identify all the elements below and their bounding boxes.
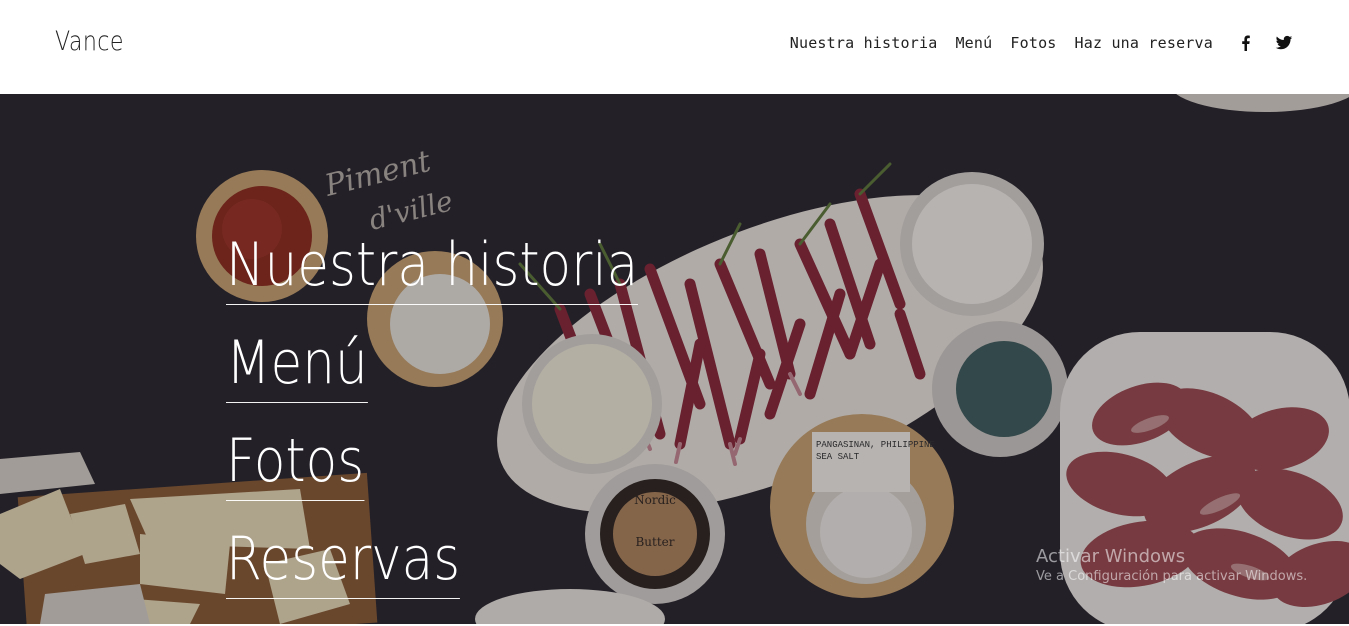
windows-activation-watermark: Activar Windows Ve a Configuración para …: [1036, 546, 1307, 586]
nav-link-fotos[interactable]: Fotos: [1010, 34, 1056, 52]
top-navbar: Vance Nuestra historia Menú Fotos Haz un…: [0, 0, 1349, 94]
hero-section: Piment d'ville Nordic Butter PANGASINAN,…: [0, 94, 1349, 624]
hero-link-nuestra-historia[interactable]: Nuestra historia: [226, 234, 639, 305]
hero-link-reservas[interactable]: Reservas: [226, 528, 461, 599]
facebook-icon[interactable]: [1237, 34, 1255, 52]
nav-link-reserva[interactable]: Haz una reserva: [1075, 34, 1213, 52]
hero-link-menu[interactable]: Menú: [226, 332, 368, 403]
brand-logo[interactable]: Vance: [55, 26, 124, 57]
twitter-icon[interactable]: [1275, 34, 1293, 52]
hero-menu: Nuestra historia Menú Fotos Reservas: [226, 234, 705, 599]
social-links: [1237, 34, 1293, 52]
nav-link-menu[interactable]: Menú: [955, 34, 992, 52]
nav-link-nuestra-historia[interactable]: Nuestra historia: [790, 34, 938, 52]
hero-link-fotos[interactable]: Fotos: [226, 430, 365, 501]
watermark-subtitle: Ve a Configuración para activar Windows.: [1036, 569, 1308, 584]
watermark-title: Activar Windows: [1036, 546, 1186, 567]
main-nav: Nuestra historia Menú Fotos Haz una rese…: [790, 34, 1293, 52]
